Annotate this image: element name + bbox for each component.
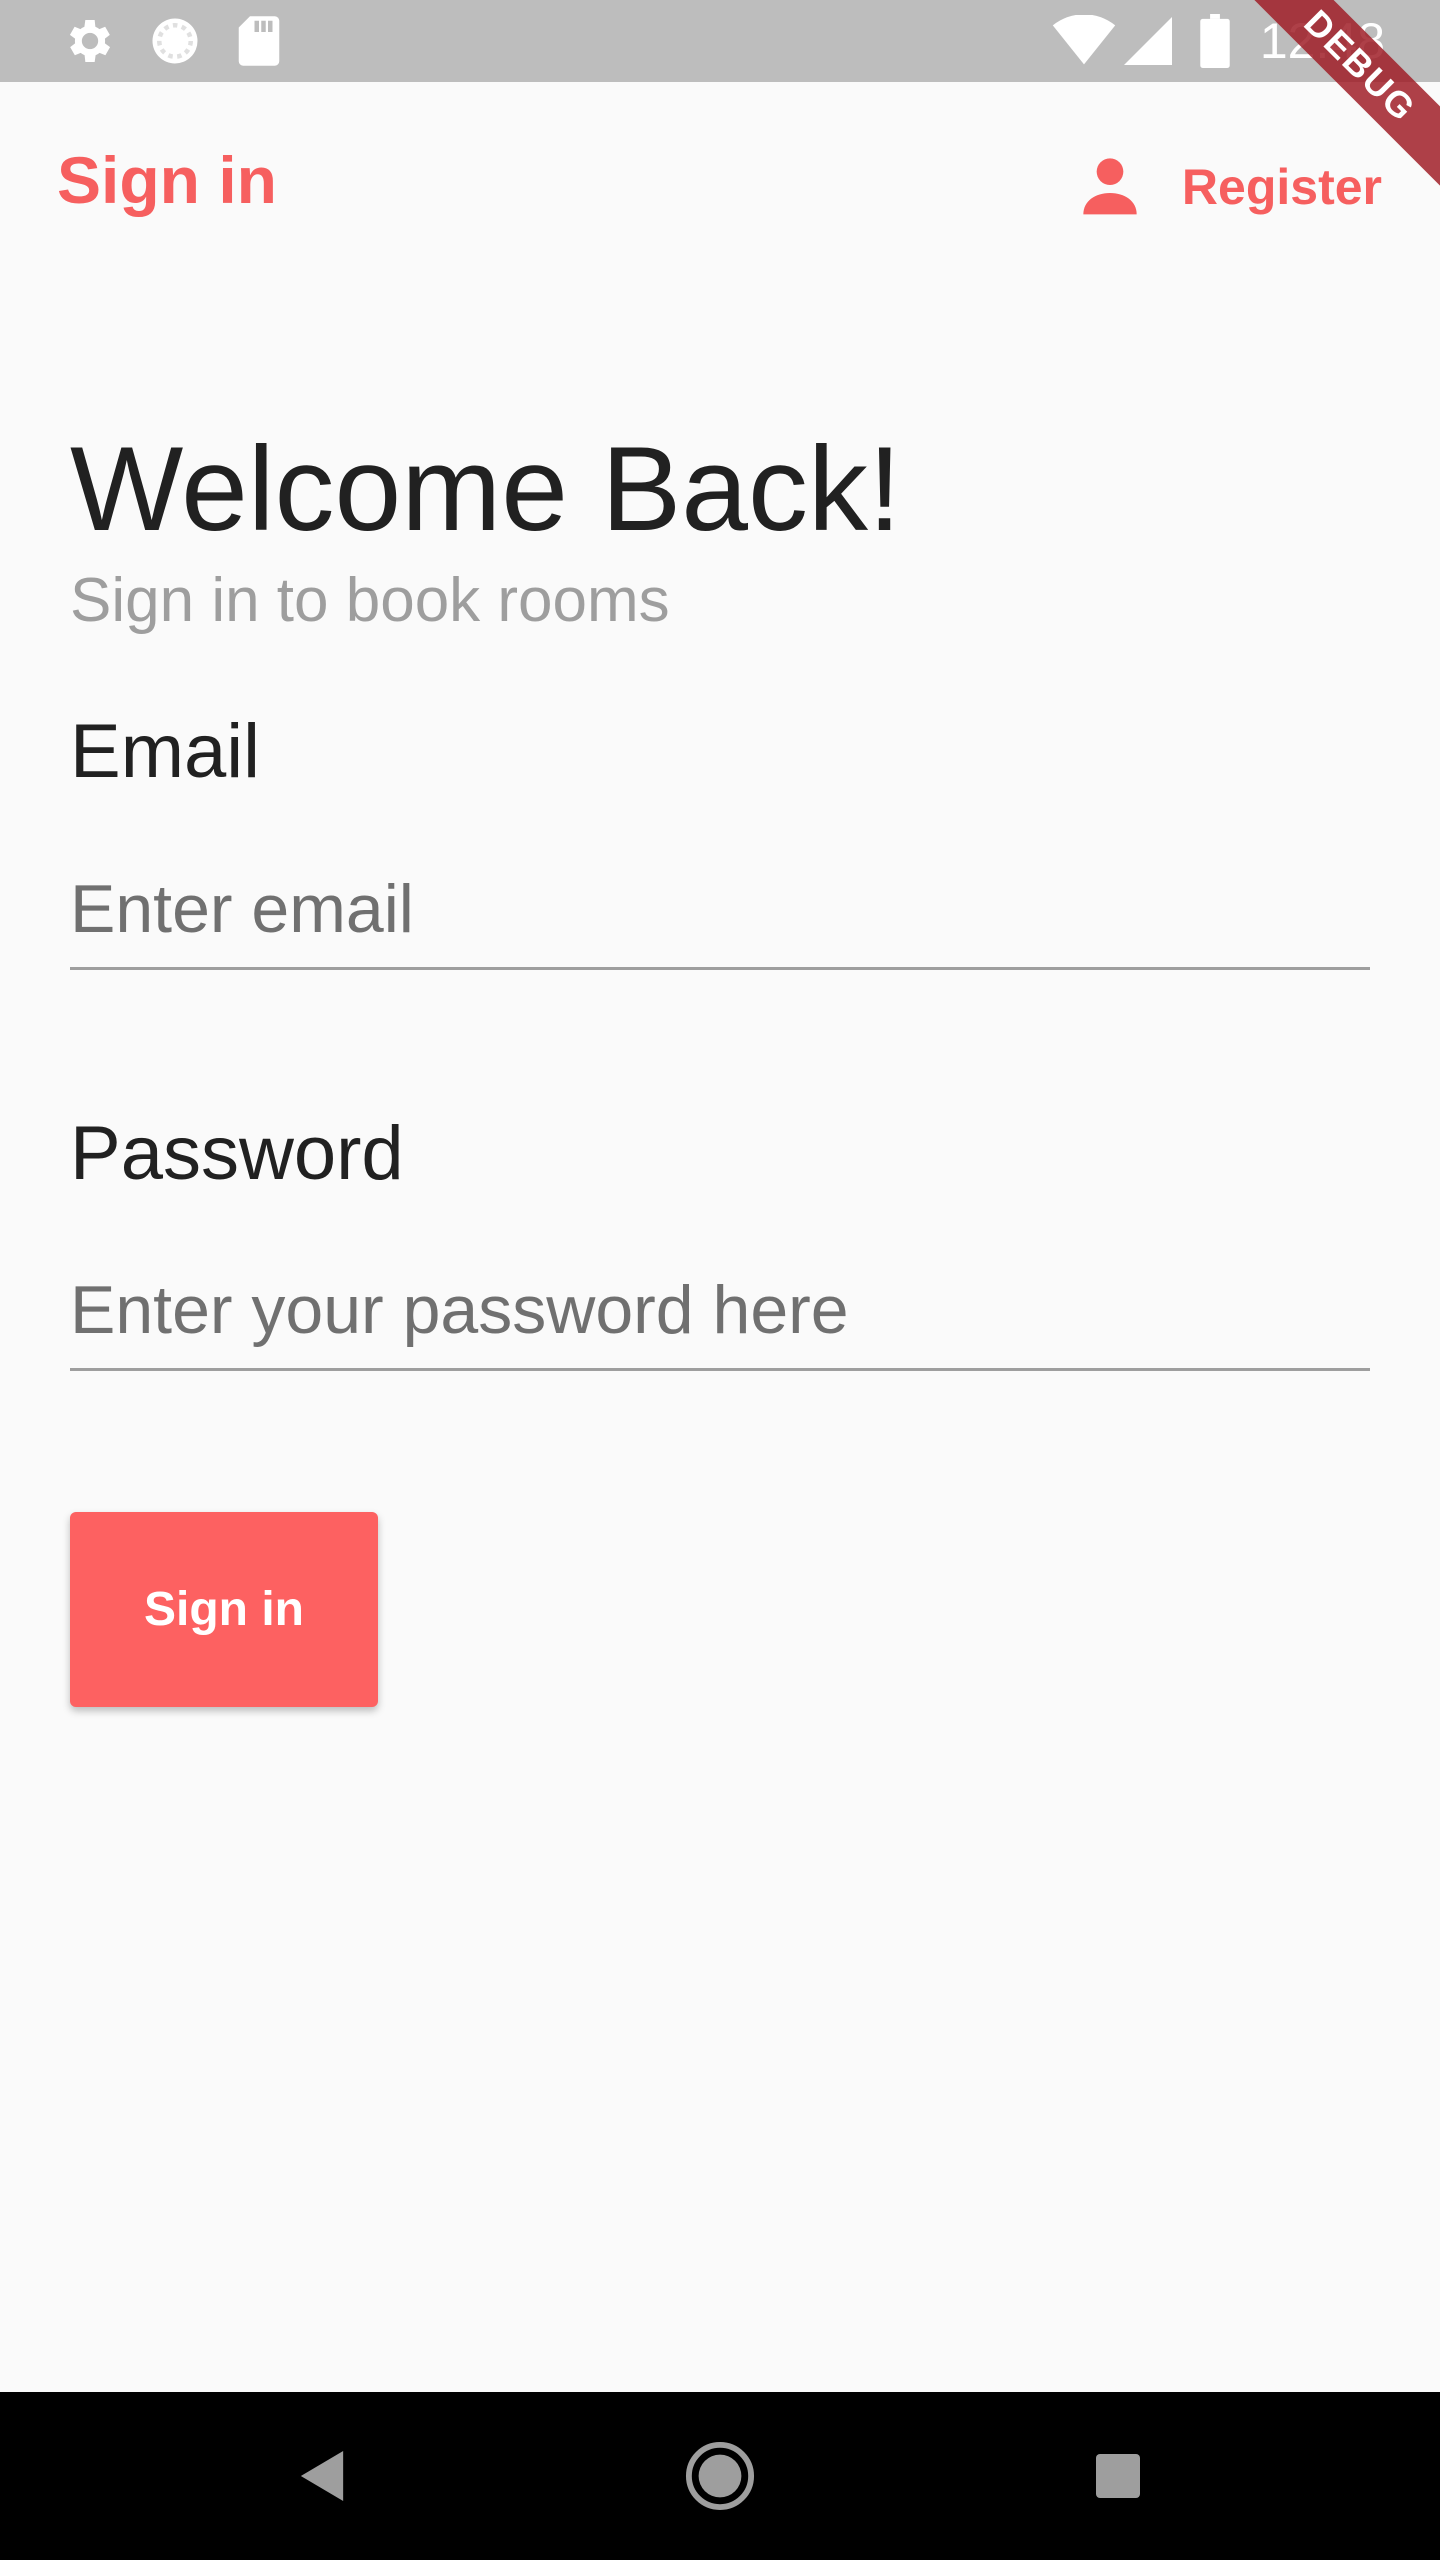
signal-icon — [1124, 0, 1172, 82]
navigation-bar — [0, 2392, 1440, 2560]
password-field[interactable] — [70, 1251, 1370, 1371]
sync-icon — [148, 0, 202, 82]
password-label: Password — [70, 1111, 404, 1196]
status-bar: 12:48 — [0, 0, 1440, 82]
back-icon[interactable] — [252, 2392, 392, 2560]
welcome-subheading: Sign in to book rooms — [70, 566, 670, 635]
settings-icon — [62, 0, 118, 82]
recents-icon[interactable] — [1048, 2392, 1188, 2560]
home-icon[interactable] — [650, 2392, 790, 2560]
email-field[interactable] — [70, 850, 1370, 970]
welcome-heading: Welcome Back! — [70, 422, 902, 556]
screen: 12:48 DEBUG Sign in Register Welcome Bac… — [0, 0, 1440, 2560]
person-icon — [1078, 153, 1142, 222]
sd-card-icon — [236, 0, 282, 82]
email-label: Email — [70, 709, 261, 794]
wifi-icon — [1052, 0, 1116, 82]
sign-in-button[interactable]: Sign in — [70, 1512, 378, 1707]
page-title: Sign in — [57, 143, 277, 217]
register-label: Register — [1181, 159, 1382, 215]
battery-icon — [1200, 0, 1230, 82]
register-button[interactable]: Register — [1078, 142, 1382, 232]
app-bar: Sign in Register — [0, 82, 1440, 287]
